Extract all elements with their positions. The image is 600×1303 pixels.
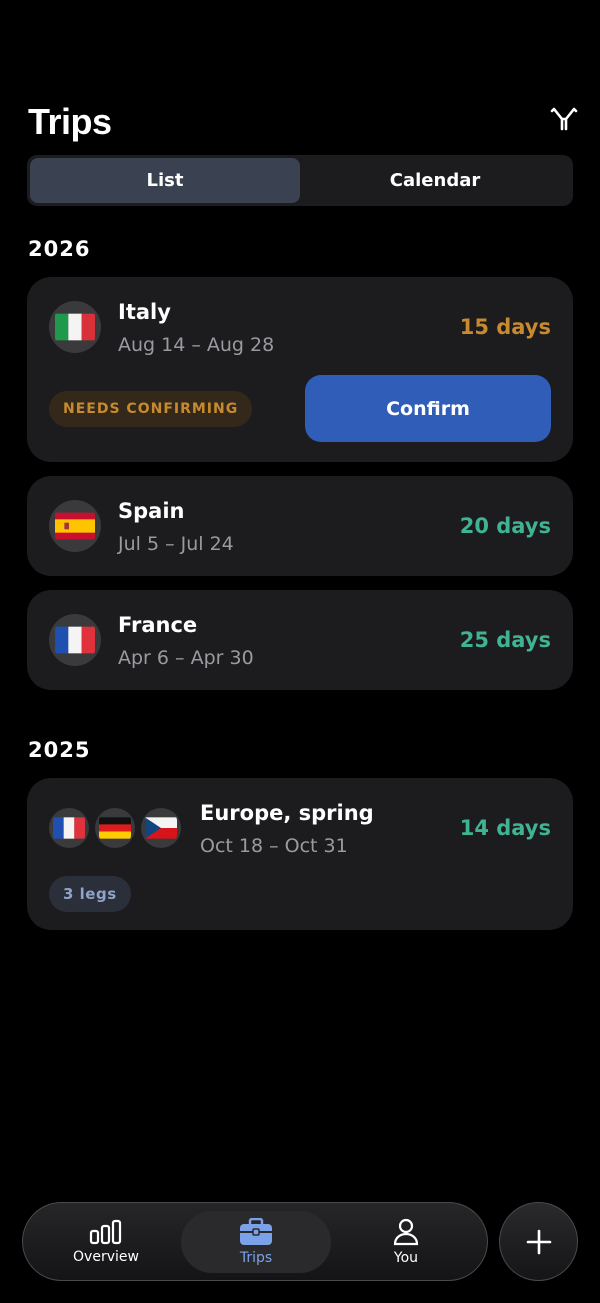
add-trip-button[interactable] (499, 1202, 578, 1281)
tab-bar: Overview Trips You (22, 1202, 488, 1281)
trip-duration: 14 days (459, 816, 551, 840)
briefcase-icon (240, 1218, 272, 1245)
plus-icon (526, 1229, 551, 1254)
section-year: 2025 (28, 738, 91, 762)
person-icon (393, 1218, 419, 1246)
view-segmented-control: List Calendar (27, 155, 573, 206)
trip-card-europe-spring[interactable]: Europe, spring Oct 18 – Oct 31 14 days 3… (27, 778, 573, 930)
france-flag-icon (49, 808, 89, 848)
trip-dates: Aug 14 – Aug 28 (118, 334, 275, 356)
legs-badge: 3 legs (49, 876, 131, 912)
trip-duration: 20 days (459, 514, 551, 538)
trip-duration: 25 days (459, 628, 551, 652)
trip-duration: 15 days (459, 315, 551, 339)
tab-you[interactable]: You (331, 1211, 481, 1273)
bar-chart-icon (89, 1219, 122, 1245)
tab-overview[interactable]: Overview (31, 1211, 181, 1273)
trip-name: France (118, 613, 198, 637)
status-badge: NEEDS CONFIRMING (49, 391, 253, 427)
filter-icon (550, 107, 578, 131)
spain-flag-icon (49, 500, 101, 552)
trip-card-spain[interactable]: Spain Jul 5 – Jul 24 20 days (27, 476, 573, 576)
trip-name: Spain (118, 499, 185, 523)
trip-name: Italy (118, 300, 171, 324)
italy-flag-icon (49, 301, 101, 353)
filter-button[interactable] (548, 103, 580, 135)
trip-dates: Jul 5 – Jul 24 (118, 533, 234, 555)
segment-list[interactable]: List (30, 158, 300, 203)
confirm-button[interactable]: Confirm (305, 375, 551, 442)
czech-flag-icon (141, 808, 181, 848)
france-flag-icon (49, 614, 101, 666)
header: Trips (28, 98, 580, 146)
trip-card-italy[interactable]: Italy Aug 14 – Aug 28 15 days NEEDS CONF… (27, 277, 573, 462)
trip-card-france[interactable]: France Apr 6 – Apr 30 25 days (27, 590, 573, 690)
tab-label: You (393, 1250, 419, 1266)
trip-name: Europe, spring (200, 801, 374, 825)
segment-calendar[interactable]: Calendar (300, 158, 570, 203)
tab-trips[interactable]: Trips (181, 1211, 331, 1273)
germany-flag-icon (95, 808, 135, 848)
trip-dates: Apr 6 – Apr 30 (118, 647, 254, 669)
section-year: 2026 (28, 237, 91, 261)
tab-label: Overview (73, 1249, 139, 1265)
page-title: Trips (28, 101, 112, 142)
trip-dates: Oct 18 – Oct 31 (200, 835, 348, 857)
tab-label: Trips (239, 1250, 273, 1266)
